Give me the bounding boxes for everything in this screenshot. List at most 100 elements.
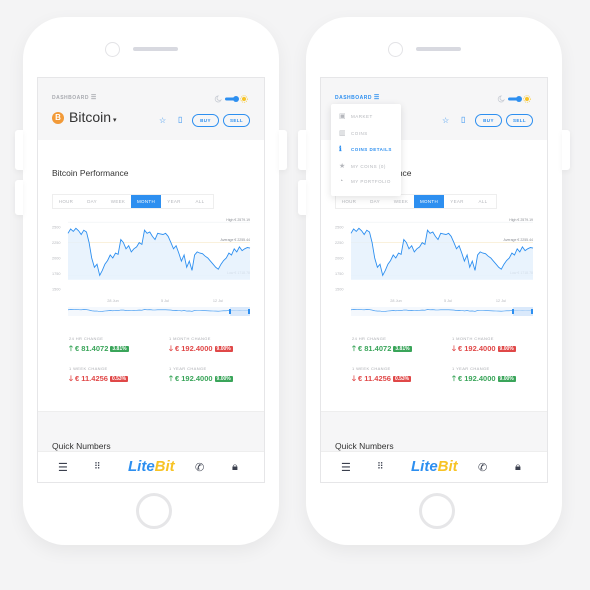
tab-hour[interactable]: HOUR [336,195,362,208]
menu-item-market[interactable]: ▣ MARKET [339,112,373,120]
front-camera [388,42,403,57]
sell-button[interactable]: SELL [223,114,250,127]
clipboard-icon[interactable]: ▯ [178,115,182,124]
navigator-handle[interactable] [512,309,514,314]
app-screen: DASHBOARD ☰ B Bitcoin ▾ ☆ ▯ BUY SELL Bit… [320,77,548,483]
menu-item-label: MARKET [351,114,373,119]
buy-button[interactable]: BUY [475,114,502,127]
apps-grid-icon[interactable]: ⠿ [94,461,101,472]
dashboard-menu-toggle[interactable]: DASHBOARD ☰ [335,94,380,101]
stat-label: 24 HR CHANGE [69,336,104,341]
stat-label: 1 WEEK CHANGE [352,366,391,371]
moon-icon [497,95,505,103]
tab-year[interactable]: YEAR [444,195,470,208]
y-tick-label: 1750 [335,272,343,276]
side-button [562,130,570,170]
menu-item-my-portfolio[interactable]: ◔ MY PORTFOLIO [339,178,391,185]
apps-grid-icon[interactable]: ⠿ [377,461,384,472]
tab-week[interactable]: WEEK [388,195,414,208]
percent-badge: 9.00% [214,346,233,352]
quick-numbers-title: Quick Numbers [335,441,394,451]
range-navigator [351,307,533,316]
logo-part1: Lite [128,458,155,475]
navigator-handle[interactable] [531,309,533,314]
menu-item-coins-details[interactable]: ℹ COINS DETAILS [339,145,392,153]
side-button [298,180,306,215]
tab-year[interactable]: YEAR [161,195,187,208]
percent-badge: 3.81% [393,346,412,352]
theme-toggle[interactable] [497,95,543,103]
y-tick-label: 2250 [335,241,343,245]
percent-badge: 0.53% [109,376,129,382]
navigator-handle[interactable] [229,309,231,314]
front-camera [105,42,120,57]
favorite-star-icon[interactable]: ☆ [442,116,449,125]
hamburger-icon: ☰ [90,95,97,101]
menu-icon[interactable]: ☰ [341,461,351,474]
stat-1-year-change: 1 YEAR CHANGE 🡑 € 192.4000 9.00% [169,366,233,386]
stat-24-hr-change: 24 HR CHANGE 🡑 € 81.4072 3.81% [69,336,129,356]
arrow-up-icon: 🡑 [352,344,356,353]
stat-1-month-change: 1 MONTH CHANGE 🡓 € 192.4000 9.00% [169,336,233,356]
lock-icon[interactable]: 🔒︎ [232,461,238,474]
phone-icon[interactable]: ✆ [195,461,204,474]
speaker [416,47,461,51]
caret-down-icon: ▾ [111,117,117,124]
portfolio-icon: ◔ [339,178,344,185]
percent-badge: 9.00% [497,346,516,352]
litebit-logo[interactable]: LiteBit [411,458,458,475]
stat-label: 24 HR CHANGE [352,336,387,341]
stat-value: € 192.4000 [458,344,496,353]
home-button[interactable] [419,493,455,529]
navigator-selection[interactable] [513,307,533,316]
sell-button[interactable]: SELL [506,114,533,127]
clipboard-icon[interactable]: ▯ [461,115,465,124]
x-tick-label: 12 Jul [213,299,223,303]
stat-1-month-change: 1 MONTH CHANGE 🡓 € 192.4000 9.00% [452,336,516,356]
home-button[interactable] [136,493,172,529]
menu-item-coins[interactable]: ▥ COINS [339,129,368,137]
stat-1-year-change: 1 YEAR CHANGE 🡑 € 192.4000 9.00% [452,366,516,386]
tab-day[interactable]: DAY [79,195,105,208]
stat-1-week-change: 1 WEEK CHANGE 🡓 € 11.4256 0.53% [352,366,412,386]
moon-icon [214,95,222,103]
percent-badge: 9.00% [497,376,516,382]
toggle-knob [516,96,522,102]
tab-week[interactable]: WEEK [105,195,131,208]
theme-toggle[interactable] [214,95,260,103]
favorite-star-icon[interactable]: ☆ [159,116,166,125]
lock-icon[interactable]: 🔒︎ [515,461,521,474]
tab-all[interactable]: ALL [470,195,496,208]
logo-part1: Lite [411,458,438,475]
x-tick-label: 5 Jul [161,299,169,303]
tab-month[interactable]: MONTH [131,195,161,208]
star-icon: ★ [339,162,346,170]
phone-icon[interactable]: ✆ [478,461,487,474]
coins-icon: ▥ [339,129,347,137]
high-label: High € 2579.19 [226,218,250,222]
litebit-logo[interactable]: LiteBit [128,458,175,475]
buy-button[interactable]: BUY [192,114,219,127]
menu-item-my-coins[interactable]: ★ MY COINS (0) [339,162,386,170]
arrow-up-icon: 🡑 [169,374,173,383]
tab-day[interactable]: DAY [362,195,388,208]
timeframe-tabs: HOUR DAY WEEK MONTH YEAR ALL [335,194,497,209]
tab-month[interactable]: MONTH [414,195,444,208]
market-icon: ▣ [339,113,347,120]
breadcrumb: DASHBOARD [335,95,372,101]
tab-hour[interactable]: HOUR [53,195,79,208]
timeframe-tabs: HOUR DAY WEEK MONTH YEAR ALL [52,194,214,209]
coin-selector[interactable]: Bitcoin ▾ [69,109,117,125]
navigator-handle[interactable] [248,309,250,314]
price-chart: 2500 2250 2000 1750 1500 High € 2579.19 Averag… [335,218,534,316]
stat-1-week-change: 1 WEEK CHANGE 🡓 € 11.4256 0.53% [69,366,129,386]
stat-value: € 11.4256 [358,374,391,383]
x-tick-label: 12 Jul [496,299,506,303]
bitcoin-icon: B [52,112,64,124]
price-area [351,228,533,280]
menu-item-label: MY PORTFOLIO [351,179,391,184]
tab-all[interactable]: ALL [187,195,213,208]
dashboard-menu-toggle[interactable]: DASHBOARD ☰ [52,94,97,101]
navigator-selection[interactable] [230,307,250,316]
menu-icon[interactable]: ☰ [58,461,68,474]
